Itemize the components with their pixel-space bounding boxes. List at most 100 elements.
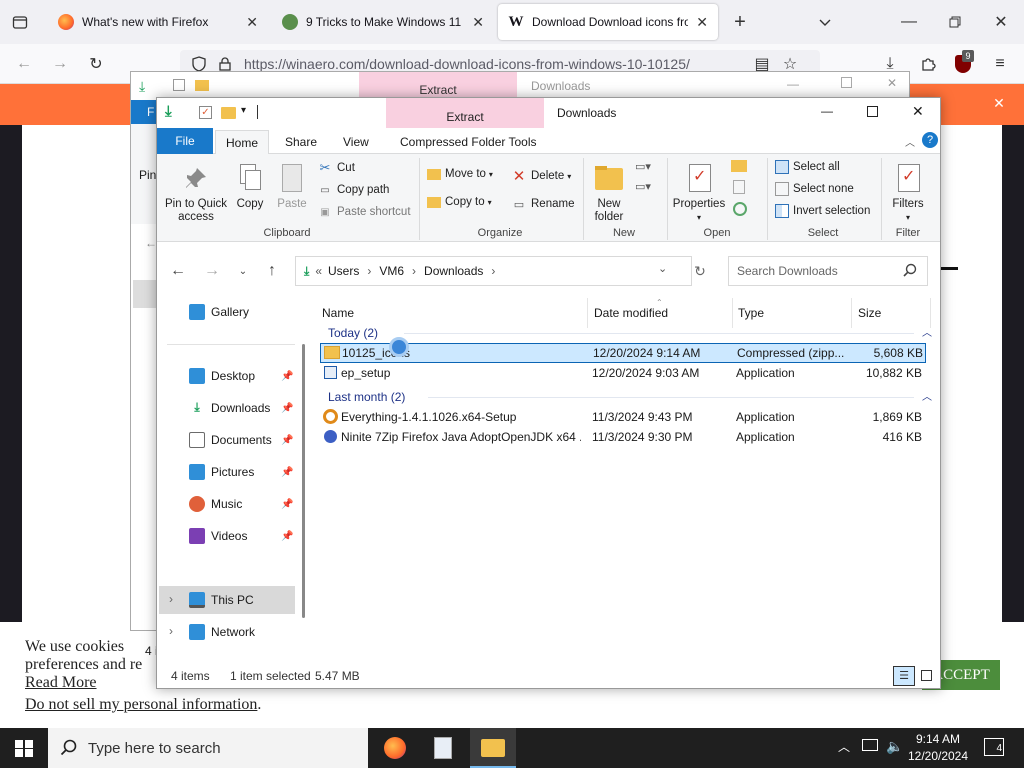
restore-icon[interactable] <box>944 12 966 32</box>
column-header-size[interactable]: Size <box>858 306 881 320</box>
show-hidden-icons-chevron-icon[interactable]: ︿ <box>838 738 850 755</box>
clock-time[interactable]: 9:14 AM <box>900 732 976 746</box>
nav-this-pc[interactable]: This PC <box>189 592 254 608</box>
rename-button[interactable]: ▭ Rename <box>511 196 575 212</box>
read-more-link[interactable]: Read More <box>25 674 97 692</box>
chevron-down-icon[interactable] <box>814 12 836 32</box>
collapse-group-icon[interactable]: ︿ <box>922 388 932 403</box>
table-row[interactable]: ep_setup 12/20/2024 9:03 AM Application … <box>320 363 926 383</box>
nav-videos[interactable]: Videos 📌 <box>189 528 293 544</box>
back-arrow-icon[interactable]: ← <box>169 262 187 280</box>
tab-list-icon[interactable] <box>10 12 30 32</box>
nav-gallery[interactable]: Gallery <box>189 304 249 320</box>
up-arrow-icon[interactable]: ↑ <box>263 262 281 280</box>
forward-arrow-icon[interactable]: → <box>50 54 70 74</box>
table-row[interactable]: Ninite 7Zip Firefox Java AdoptOpenJDK x6… <box>320 427 926 447</box>
close-icon[interactable]: ✕ <box>887 76 897 90</box>
browser-tab-winaero[interactable]: W Download Download icons from ✕ <box>498 4 718 40</box>
cut-button[interactable]: ✂ Cut <box>317 160 355 176</box>
back-arrow-icon[interactable]: ← <box>14 54 34 74</box>
do-not-sell-link[interactable]: Do not sell my personal information <box>25 696 257 713</box>
nav-scrollbar[interactable] <box>302 344 305 618</box>
edit-icon[interactable] <box>733 180 745 194</box>
minimize-icon[interactable]: — <box>787 77 799 91</box>
taskbar-firefox-icon[interactable] <box>384 737 406 759</box>
close-tab-icon[interactable]: ✕ <box>472 14 484 31</box>
select-all-button[interactable]: Select all <box>775 160 840 174</box>
table-row[interactable]: Everything-1.4.1.1026.x64-Setup 11/3/202… <box>320 407 926 427</box>
address-overflow-icon[interactable]: « <box>315 264 322 278</box>
pin-to-quick-access-button[interactable]: Pin to Quick access <box>163 162 229 224</box>
column-header-type[interactable]: Type <box>738 306 764 320</box>
hamburger-menu-icon[interactable]: ≡ <box>990 54 1010 74</box>
breadcrumb-downloads[interactable]: Downloads <box>424 264 483 278</box>
easy-access-icon[interactable]: ▭▾ <box>635 180 659 198</box>
move-to-button[interactable]: Move to ▾ <box>427 168 493 180</box>
expand-chevron-icon[interactable]: › <box>169 592 173 606</box>
minimize-icon[interactable]: — <box>898 12 920 32</box>
recent-locations-chevron-icon[interactable]: ⌄ <box>235 262 251 280</box>
new-folder-button[interactable]: New folder <box>589 162 629 224</box>
tab-file[interactable]: File <box>157 128 213 154</box>
column-header-date[interactable]: Date modified <box>594 306 668 320</box>
close-banner-icon[interactable]: ✕ <box>990 94 1008 112</box>
collapse-ribbon-icon[interactable]: ︿ <box>905 134 915 149</box>
collapse-group-icon[interactable]: ︿ <box>922 324 932 339</box>
minimize-icon[interactable]: — <box>821 104 833 118</box>
tab-home[interactable]: Home <box>215 130 270 154</box>
tab-share[interactable]: Share <box>275 130 327 154</box>
taskbar-explorer-button[interactable] <box>470 728 516 768</box>
close-tab-icon[interactable]: ✕ <box>696 14 708 31</box>
copy-path-button[interactable]: ▭ Copy path <box>317 182 389 198</box>
tab-compressed-folder-tools[interactable]: Compressed Folder Tools <box>390 130 547 154</box>
properties-check-icon[interactable]: ✓ <box>199 106 212 119</box>
close-window-icon[interactable]: ✕ <box>990 12 1012 32</box>
maximize-icon[interactable] <box>841 77 852 88</box>
nav-documents[interactable]: Documents 📌 <box>189 432 293 448</box>
refresh-icon[interactable]: ↻ <box>691 262 709 280</box>
invert-selection-button[interactable]: Invert selection <box>775 204 870 218</box>
close-icon[interactable]: ✕ <box>912 103 924 120</box>
browser-tab-windows-tricks[interactable]: 9 Tricks to Make Windows 11 Lo ✕ <box>272 4 494 40</box>
select-none-button[interactable]: Select none <box>775 182 854 196</box>
windows-start-icon[interactable] <box>15 740 33 757</box>
table-row[interactable] <box>320 463 926 483</box>
history-icon[interactable] <box>733 202 747 216</box>
paste-button[interactable]: Paste <box>275 162 309 211</box>
customize-qat-icon[interactable]: ▾ <box>241 105 246 116</box>
large-icons-view-icon[interactable] <box>921 670 932 681</box>
nav-downloads[interactable]: ⤓ Downloads 📌 <box>189 400 293 416</box>
delete-button[interactable]: ✕ Delete ▾ <box>511 168 572 185</box>
nav-desktop[interactable]: Desktop 📌 <box>189 368 293 384</box>
taskbar-notepad-icon[interactable] <box>434 737 452 759</box>
maximize-icon[interactable] <box>867 106 878 117</box>
properties-button[interactable]: ✓ Properties ▾ <box>671 162 727 224</box>
clock-date[interactable]: 12/20/2024 <box>900 749 976 763</box>
new-tab-icon[interactable]: + <box>728 10 752 34</box>
address-bar[interactable]: ⤓ « Users › VM6 › Downloads › ⌄ <box>295 256 692 286</box>
browser-tab-firefox-news[interactable]: What's new with Firefox ✕ <box>48 4 268 40</box>
nav-network[interactable]: Network <box>189 624 255 640</box>
table-row[interactable]: 10125_icons 12/20/2024 9:14 AM Compresse… <box>320 343 926 363</box>
new-folder-icon[interactable] <box>221 107 236 119</box>
nav-music[interactable]: Music 📌 <box>189 496 293 512</box>
taskbar-search-box[interactable]: Type here to search <box>48 728 368 768</box>
filters-button[interactable]: ✓ Filters ▾ <box>887 162 929 224</box>
copy-to-button[interactable]: Copy to ▾ <box>427 196 492 208</box>
help-icon[interactable]: ? <box>922 132 938 148</box>
action-center-icon[interactable]: 4 <box>984 738 1004 756</box>
breadcrumb-vm6[interactable]: VM6 <box>379 264 404 278</box>
breadcrumb-users[interactable]: Users <box>328 264 359 278</box>
expand-chevron-icon[interactable]: › <box>169 624 173 638</box>
tab-view[interactable]: View <box>333 130 379 154</box>
close-tab-icon[interactable]: ✕ <box>246 14 258 31</box>
search-box[interactable]: Search Downloads <box>728 256 928 286</box>
paste-shortcut-button[interactable]: ▣ Paste shortcut <box>317 204 410 220</box>
forward-arrow-icon[interactable]: → <box>203 262 221 280</box>
new-item-icon[interactable]: ▭▾ <box>635 160 659 178</box>
extensions-puzzle-icon[interactable] <box>918 54 938 74</box>
column-header-name[interactable]: Name <box>322 306 354 320</box>
details-view-icon[interactable]: ☰ <box>893 666 915 686</box>
group-header-today[interactable]: Today (2) <box>328 326 378 340</box>
copy-button[interactable]: Copy <box>233 162 267 211</box>
